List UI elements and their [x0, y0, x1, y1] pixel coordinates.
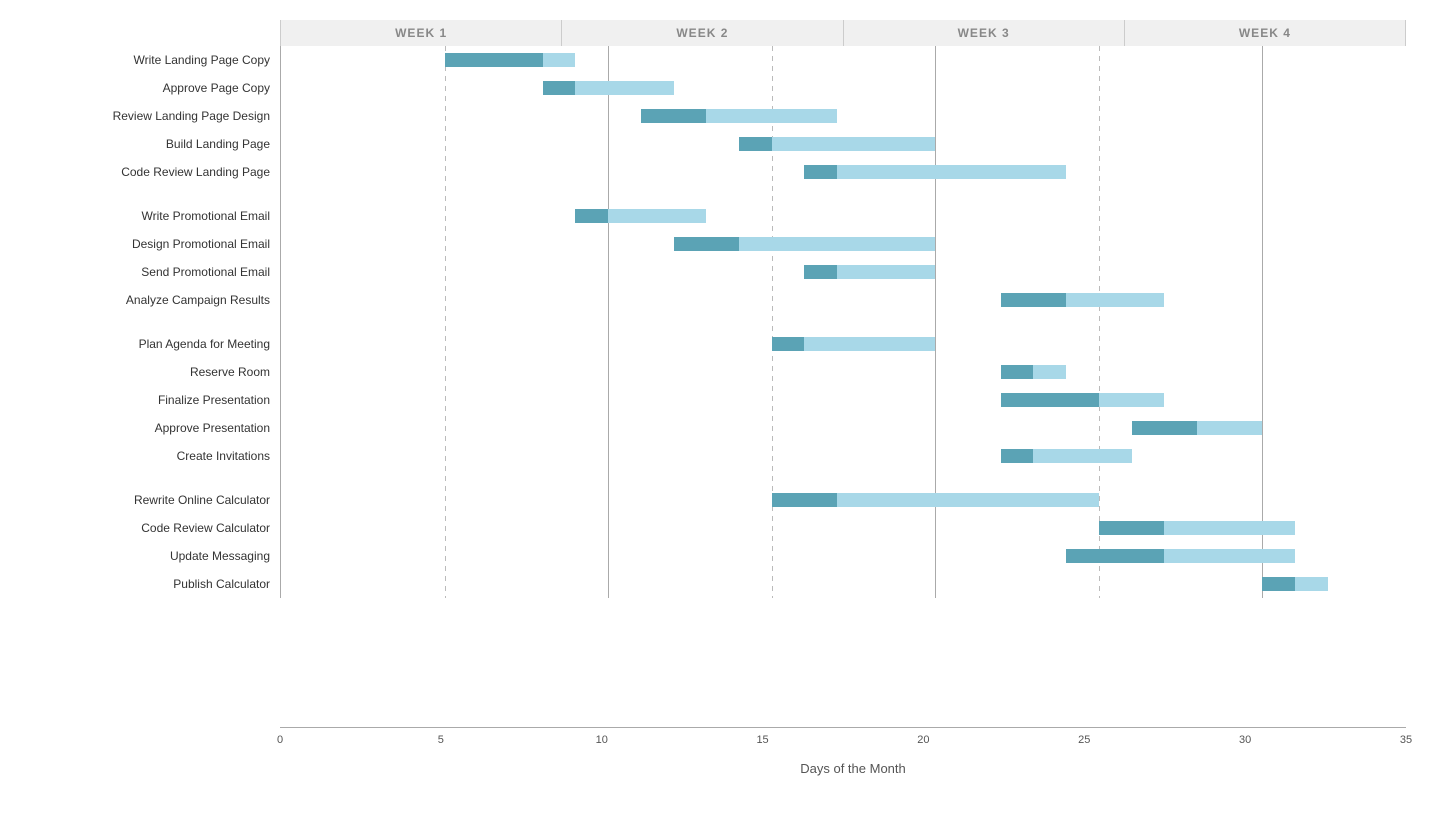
task-label [20, 314, 280, 330]
gantt-bar [281, 158, 1426, 186]
x-tick: 35 [1400, 734, 1412, 746]
bar-light-segment [837, 493, 1099, 507]
chart-container: WEEK 1 WEEK 2 WEEK 3 WEEK 4 Write Landin… [0, 0, 1446, 836]
gantt-bar [281, 386, 1426, 414]
bar-dark-segment [674, 237, 739, 251]
task-label: Finalize Presentation [20, 386, 280, 414]
task-label: Publish Calculator [20, 570, 280, 598]
x-tick: 20 [917, 734, 929, 746]
gantt-bar [281, 74, 1426, 102]
x-tick: 0 [277, 734, 283, 746]
bar-dark-segment [772, 337, 805, 351]
gantt-bar [281, 330, 1426, 358]
bar-dark-segment [1001, 449, 1034, 463]
task-labels: Write Landing Page CopyApprove Page Copy… [20, 46, 280, 598]
task-label: Reserve Room [20, 358, 280, 386]
chart-area: Write Landing Page CopyApprove Page Copy… [20, 46, 1426, 727]
task-label: Plan Agenda for Meeting [20, 330, 280, 358]
bar-dark-segment [575, 209, 608, 223]
gantt-bar [281, 514, 1426, 542]
x-axis-label: Days of the Month [280, 761, 1426, 776]
task-label: Approve Presentation [20, 414, 280, 442]
gantt-bar [281, 286, 1426, 314]
bar-dark-segment [1001, 293, 1066, 307]
gantt-bar [281, 414, 1426, 442]
bar-light-segment [1033, 449, 1131, 463]
task-label: Code Review Calculator [20, 514, 280, 542]
task-label [20, 186, 280, 202]
bar-light-segment [1164, 549, 1295, 563]
bar-light-segment [804, 337, 935, 351]
bar-light-segment [772, 137, 936, 151]
task-label: Update Messaging [20, 542, 280, 570]
gantt-bar [281, 258, 1426, 286]
bar-light-segment [706, 109, 837, 123]
task-label [20, 470, 280, 486]
task-label: Code Review Landing Page [20, 158, 280, 186]
bar-dark-segment [641, 109, 706, 123]
bar-light-segment [1197, 421, 1262, 435]
bar-light-segment [837, 265, 935, 279]
gantt-area [280, 46, 1426, 598]
gantt-bar [281, 542, 1426, 570]
gantt-bar [281, 202, 1426, 230]
bar-light-segment [1295, 577, 1328, 591]
bar-dark-segment [1066, 549, 1164, 563]
week-header: WEEK 1 WEEK 2 WEEK 3 WEEK 4 [280, 20, 1406, 46]
bar-dark-segment [1099, 521, 1164, 535]
gantt-bar [281, 570, 1426, 598]
x-tick: 10 [596, 734, 608, 746]
bar-dark-segment [1132, 421, 1197, 435]
bar-dark-segment [543, 81, 576, 95]
bar-dark-segment [804, 165, 837, 179]
task-label: Analyze Campaign Results [20, 286, 280, 314]
bar-dark-segment [1262, 577, 1295, 591]
task-label: Rewrite Online Calculator [20, 486, 280, 514]
gantt-bar [281, 230, 1426, 258]
week-label-1: WEEK 1 [280, 20, 561, 46]
bar-light-segment [1099, 393, 1164, 407]
x-tick: 25 [1078, 734, 1090, 746]
gantt-bar [281, 102, 1426, 130]
bar-light-segment [1066, 293, 1164, 307]
task-label: Design Promotional Email [20, 230, 280, 258]
task-label: Review Landing Page Design [20, 102, 280, 130]
week-label-4: WEEK 4 [1124, 20, 1406, 46]
bar-light-segment [739, 237, 935, 251]
task-label: Approve Page Copy [20, 74, 280, 102]
gantt-bar [281, 442, 1426, 470]
bar-light-segment [543, 53, 576, 67]
bar-dark-segment [772, 493, 837, 507]
bar-light-segment [575, 81, 673, 95]
bar-light-segment [837, 165, 1066, 179]
bar-light-segment [1164, 521, 1295, 535]
bar-dark-segment [804, 265, 837, 279]
bar-dark-segment [445, 53, 543, 67]
task-label: Write Landing Page Copy [20, 46, 280, 74]
gantt-bar [281, 130, 1426, 158]
x-tick: 30 [1239, 734, 1251, 746]
x-tick: 5 [438, 734, 444, 746]
task-label: Build Landing Page [20, 130, 280, 158]
task-label: Write Promotional Email [20, 202, 280, 230]
bar-light-segment [608, 209, 706, 223]
gantt-bar [281, 46, 1426, 74]
x-tick: 15 [756, 734, 768, 746]
task-label: Create Invitations [20, 442, 280, 470]
week-label-2: WEEK 2 [561, 20, 842, 46]
week-label-3: WEEK 3 [843, 20, 1124, 46]
bar-dark-segment [739, 137, 772, 151]
gantt-bar [281, 358, 1426, 386]
x-axis: 05101520253035 [280, 727, 1406, 757]
bar-dark-segment [1001, 393, 1099, 407]
task-label: Send Promotional Email [20, 258, 280, 286]
bar-dark-segment [1001, 365, 1034, 379]
gantt-bar [281, 486, 1426, 514]
bar-light-segment [1033, 365, 1066, 379]
